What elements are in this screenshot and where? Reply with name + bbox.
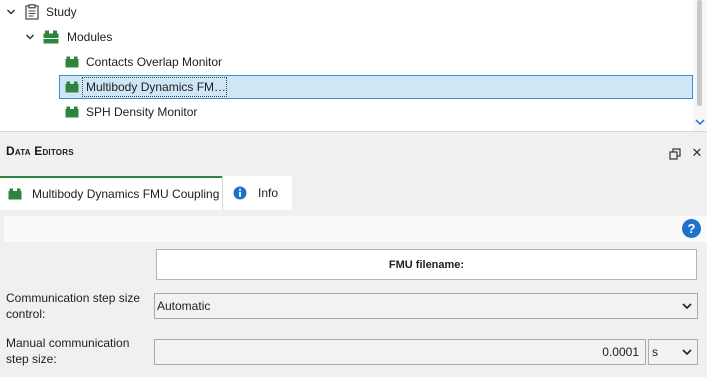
data-editors-header: Data Editors — [0, 131, 707, 170]
tab-label: Info — [258, 186, 279, 200]
chevron-down-icon[interactable] — [693, 115, 707, 129]
module-icon — [65, 56, 79, 68]
panel-title: Data Editors — [6, 144, 74, 158]
tree-item-contacts-overlap-monitor[interactable]: Contacts Overlap Monitor — [65, 50, 222, 74]
input-value: 0.0001 — [602, 345, 639, 359]
step-size-control-label: Communication step size control: — [6, 291, 141, 321]
unit-value: s — [652, 345, 658, 359]
module-icon — [65, 81, 79, 93]
tree-item-label: SPH Density Monitor — [86, 105, 198, 119]
step-size-control-select[interactable]: Automatic — [154, 293, 698, 319]
clipboard-icon — [25, 4, 39, 20]
tree-item-label: Contacts Overlap Monitor — [86, 55, 223, 69]
fmu-filename-button[interactable]: FMU filename: — [156, 249, 697, 280]
tree-item-label: Multibody Dynamics FM… — [86, 80, 227, 94]
tab-label: Multibody Dynamics FMU Coupling — [32, 187, 220, 201]
chevron-down-icon[interactable] — [23, 30, 37, 44]
select-value: Automatic — [157, 299, 211, 313]
tree-item-label: Study — [46, 5, 77, 19]
tree-item-study[interactable]: Study — [4, 0, 77, 24]
manual-step-size-input[interactable]: 0.0001 — [154, 339, 646, 365]
tree-item-modules[interactable]: Modules — [23, 25, 112, 49]
modules-icon — [43, 30, 59, 44]
tab-multibody-dynamics-fmu-coupling[interactable]: Multibody Dynamics FMU Coupling — [0, 176, 222, 210]
editor-toolbar-strip — [4, 216, 707, 242]
module-icon — [8, 188, 22, 200]
module-icon — [65, 106, 79, 118]
chevron-down-icon[interactable] — [681, 300, 693, 312]
tree-item-sph-density-monitor[interactable]: SPH Density Monitor — [65, 100, 197, 124]
manual-step-size-label: Manual communication step size: — [6, 336, 130, 366]
tree-item-multibody-dynamics[interactable]: Multibody Dynamics FM… — [65, 75, 226, 99]
close-icon[interactable]: ✕ — [690, 146, 704, 160]
float-window-icon[interactable] — [669, 148, 681, 160]
info-icon — [233, 186, 247, 200]
scrollbar-thumb[interactable] — [697, 0, 702, 106]
tab-info[interactable]: Info — [222, 176, 292, 210]
help-icon[interactable]: ? — [682, 219, 701, 238]
unit-select[interactable]: s — [648, 339, 698, 365]
chevron-down-icon[interactable] — [4, 5, 18, 19]
chevron-down-icon[interactable] — [681, 346, 693, 358]
tree-item-label: Modules — [67, 30, 113, 44]
tree-scrollbar[interactable] — [693, 0, 707, 131]
